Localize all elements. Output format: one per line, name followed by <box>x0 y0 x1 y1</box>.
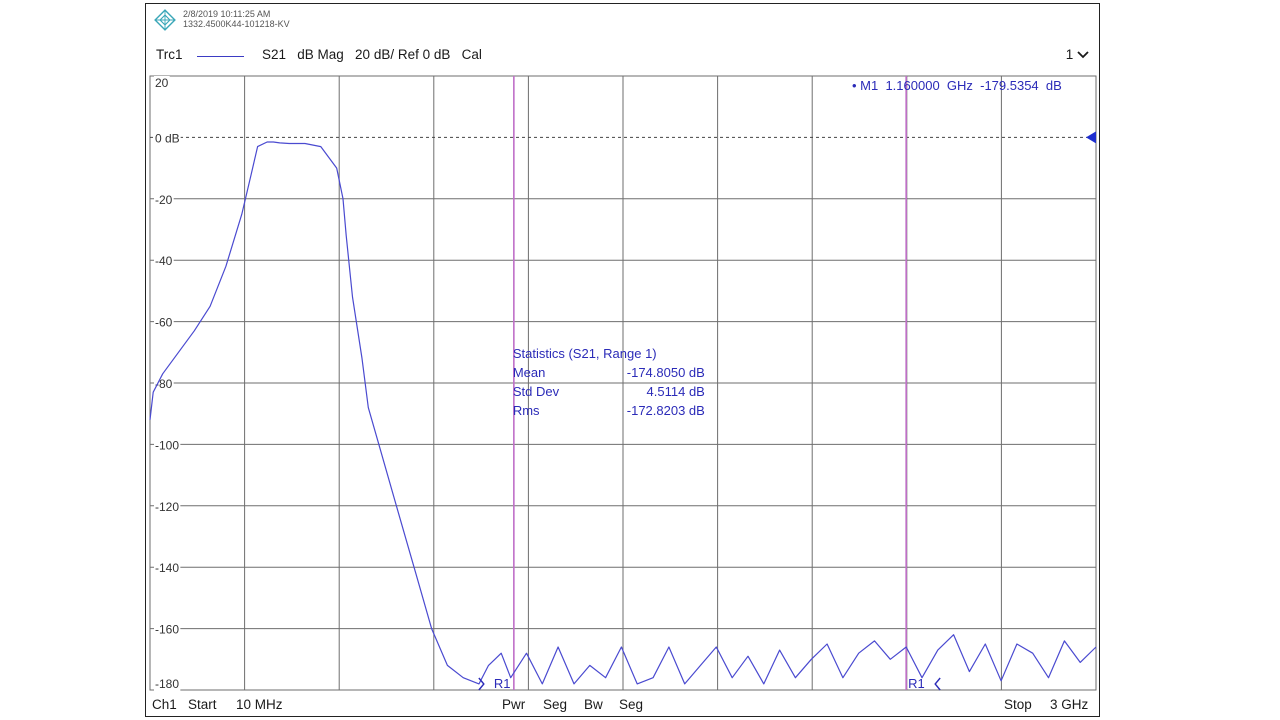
channel-selector[interactable]: 1 <box>1066 47 1089 62</box>
start-label: Start <box>188 697 217 712</box>
statistics-row-value: 4.5114 dB <box>647 384 705 399</box>
y-tick-label: -120 <box>155 500 179 514</box>
range-marker-label-right: R1 <box>908 676 925 691</box>
trace-description[interactable]: S21 dB Mag 20 dB/ Ref 0 dB Cal <box>262 47 482 62</box>
y-tick-label: -20 <box>155 193 173 207</box>
statistics-row-value: -172.8203 dB <box>627 403 705 418</box>
chevron-down-icon <box>1077 51 1089 59</box>
y-tick-label: -160 <box>155 623 179 637</box>
softkey-bw[interactable]: Bw <box>584 697 603 712</box>
y-tick-label: 20 <box>155 76 169 90</box>
channel-selector-value: 1 <box>1065 47 1074 62</box>
channel-label[interactable]: Ch1 <box>152 697 177 712</box>
y-tick-label: -60 <box>155 316 173 330</box>
timestamp: 2/8/2019 10:11:25 AM <box>183 9 271 19</box>
y-tick-label: -180 <box>155 677 179 691</box>
softkey-pwr[interactable]: Pwr <box>502 697 525 712</box>
softkey-seg-2[interactable]: Seg <box>619 697 643 712</box>
y-tick-label: -140 <box>155 561 179 575</box>
softkey-seg[interactable]: Seg <box>543 697 567 712</box>
y-tick-label: -40 <box>155 254 173 268</box>
statistics-title: Statistics (S21, Range 1) <box>513 346 657 361</box>
start-value[interactable]: 10 MHz <box>236 697 283 712</box>
trace-color-swatch <box>197 56 244 57</box>
rohde-schwarz-logo-icon <box>154 9 176 31</box>
stop-label: Stop <box>1004 697 1032 712</box>
y-tick-label: -100 <box>155 438 179 452</box>
marker-m1-readout: • M1 1.160000 GHz -179.5354 dB <box>852 78 1062 93</box>
statistics-row-name: Mean <box>513 365 546 380</box>
reference-level-arrow-icon <box>1086 131 1096 144</box>
statistics-row-value: -174.8050 dB <box>627 365 705 380</box>
trace-name[interactable]: Trc1 <box>156 47 183 62</box>
trace-header: Trc1 S21 dB Mag 20 dB/ Ref 0 dB Cal 1 <box>154 47 1091 65</box>
range-stop-chevron-icon <box>934 677 941 691</box>
instrument-meta: 2/8/2019 10:11:25 AM 1332.4500K44-101218… <box>183 9 290 29</box>
y-tick-label: 0 dB <box>155 131 180 145</box>
trace-plot: 200 dB-20-40-60-80-100-120-140-160-180• … <box>149 75 1097 691</box>
status-footer: Ch1 Start 10 MHz Pwr Seg Bw Seg Stop 3 G… <box>146 696 1099 716</box>
analyzer-screen: 20 0 dB -20 -40 -60 -80 -100 -120 -140 -160 -180 • … <box>145 3 1100 717</box>
statistics-row-name: Std Dev <box>513 384 560 399</box>
statistics-row-name: Rms <box>513 403 540 418</box>
range-marker-label-left: R1 <box>494 676 511 691</box>
instrument-id: 1332.4500K44-101218-KV <box>183 19 290 29</box>
stop-value[interactable]: 3 GHz <box>1050 697 1088 712</box>
